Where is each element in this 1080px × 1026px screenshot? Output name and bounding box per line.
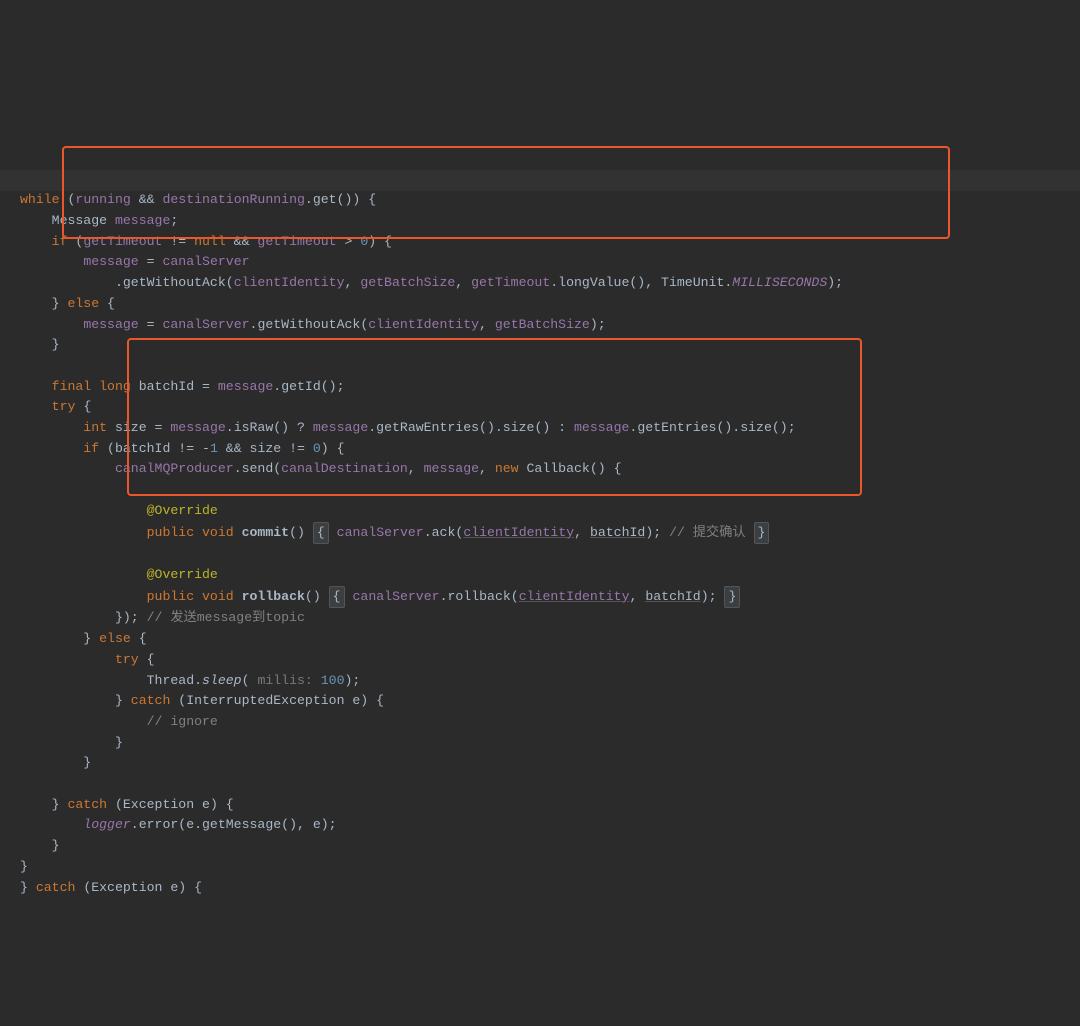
code-content: while (running && destinationRunning.get… <box>20 170 1080 899</box>
code-editor[interactable]: while (running && destinationRunning.get… <box>0 83 1080 923</box>
